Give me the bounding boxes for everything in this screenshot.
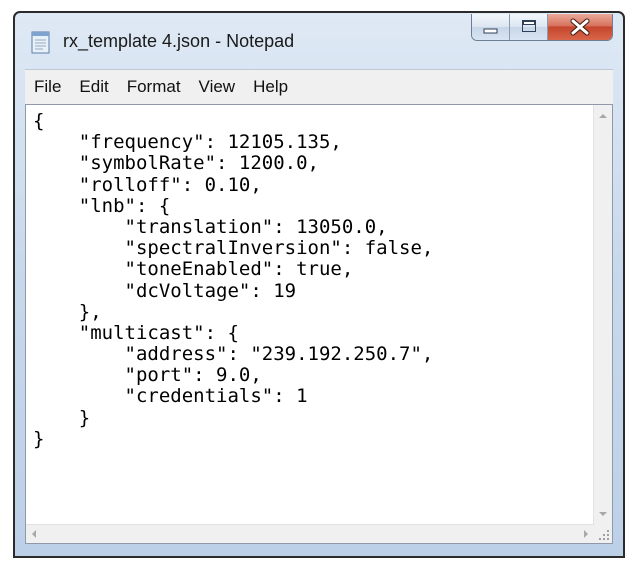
title-bar[interactable]: rx_template 4.json - Notepad	[15, 13, 623, 67]
vertical-scrollbar[interactable]	[593, 105, 612, 525]
minimize-icon	[483, 28, 498, 34]
code-line: "rolloff": 0.10,	[33, 173, 262, 196]
code-line: "multicast": {	[33, 321, 239, 344]
notepad-icon	[31, 30, 51, 54]
notepad-window: rx_template 4.json - Notepad File Edit F…	[13, 11, 625, 558]
code-line: "toneEnabled": true,	[33, 258, 354, 281]
code-line: "credentials": 1	[33, 385, 308, 408]
horizontal-scrollbar[interactable]	[26, 524, 594, 543]
editor-text-area[interactable]: { "frequency": 12105.135, "symbolRate": …	[26, 105, 594, 525]
code-line: },	[33, 300, 102, 323]
scroll-left-arrow-icon[interactable]	[32, 530, 36, 538]
text-editor: { "frequency": 12105.135, "symbolRate": …	[25, 104, 613, 544]
maximize-icon	[522, 20, 536, 32]
code-line: }	[33, 427, 45, 450]
scroll-right-arrow-icon[interactable]	[584, 530, 588, 538]
code-line: "dcVoltage": 19	[33, 279, 297, 302]
menu-file[interactable]: File	[25, 77, 70, 97]
window-title: rx_template 4.json - Notepad	[63, 31, 295, 51]
maximize-button[interactable]	[510, 14, 548, 40]
code-line: "translation": 13050.0,	[33, 215, 388, 238]
resize-grip-icon[interactable]	[594, 525, 612, 543]
close-icon	[570, 18, 590, 36]
menu-format[interactable]: Format	[118, 77, 190, 97]
code-line: "spectralInversion": false,	[33, 237, 434, 260]
code-line: "port": 9.0,	[33, 364, 262, 387]
code-line: "frequency": 12105.135,	[33, 131, 342, 154]
scroll-down-arrow-icon[interactable]	[599, 512, 607, 516]
code-line: "symbolRate": 1200.0,	[33, 152, 319, 175]
code-line: {	[33, 110, 45, 132]
menu-edit[interactable]: Edit	[70, 77, 117, 97]
caption-buttons	[471, 14, 613, 41]
menu-view[interactable]: View	[190, 77, 245, 97]
code-line: }	[33, 406, 91, 429]
code-line: "lnb": {	[33, 194, 171, 217]
scroll-up-arrow-icon[interactable]	[599, 114, 607, 118]
menu-bar: File Edit Format View Help	[25, 69, 613, 104]
minimize-button[interactable]	[472, 14, 510, 40]
menu-help[interactable]: Help	[244, 77, 297, 97]
code-line: "address": "239.192.250.7",	[33, 343, 434, 366]
close-button[interactable]	[548, 14, 612, 40]
